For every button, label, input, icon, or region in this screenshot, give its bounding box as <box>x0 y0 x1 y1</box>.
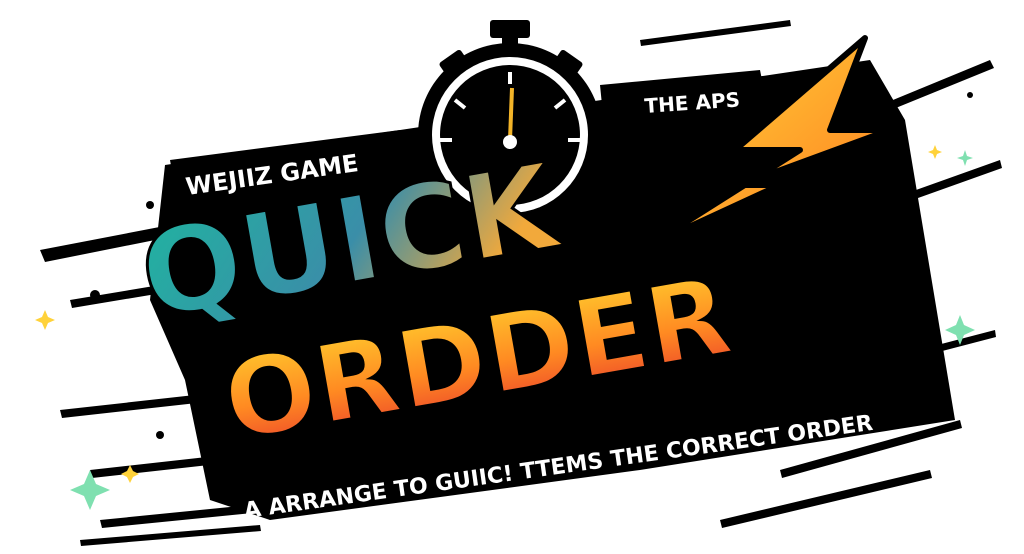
logo-canvas: WEJIIZ GAME THE APS QUICK ORDDER A ARRAN… <box>0 0 1024 554</box>
quick-order-logo: WEJIIZ GAME THE APS QUICK ORDDER A ARRAN… <box>35 20 1002 546</box>
